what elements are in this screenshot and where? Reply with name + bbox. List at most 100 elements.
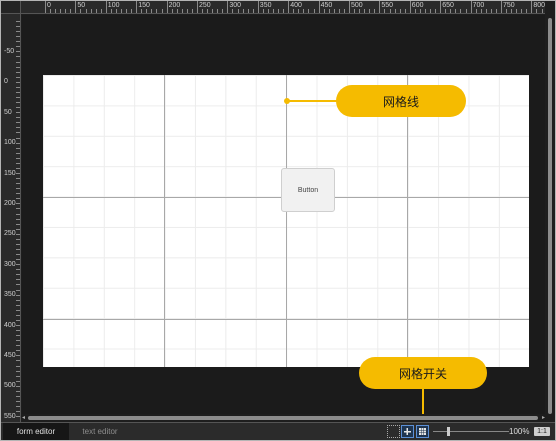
ruler-top-tick [333,9,335,13]
ruler-left-tick [16,395,20,397]
ruler-left-label: 0 [4,78,8,86]
ruler-left-label: 550 [4,412,16,420]
tab-form-editor[interactable]: form editor [3,423,69,440]
ruler-left-tick [16,269,20,271]
ruler-top-tick [100,9,102,13]
ruler-top-tick [105,1,107,13]
ruler-top-tick [399,9,401,13]
ruler-left-tick [16,157,20,159]
ruler-left-tick [16,137,20,139]
ruler-top-tick [85,9,87,13]
ruler-top-tick [288,1,290,13]
form-surface[interactable] [43,75,529,367]
ruler-top-tick [430,9,432,13]
ruler-top-tick [323,9,325,13]
left-ruler: -50 0 50 100 150 200 250 300 350 400 450 500 550 [1,14,21,422]
form-button-widget[interactable]: Button [281,168,335,212]
ruler-top-label: 550 [381,2,394,9]
ruler-top-tick [136,1,138,13]
ruler-top-tick [80,9,82,13]
grid-icon[interactable] [416,425,429,438]
ruler-top-label: 400 [290,2,302,9]
actual-size-button[interactable]: 1:1 [534,427,550,436]
ruler-top-tick [293,9,295,13]
ruler-left-tick [16,41,20,43]
ruler-left-tick [16,249,20,250]
ruler-top-tick [186,9,188,13]
ruler-left-tick [16,46,20,48]
ruler-top-tick [419,9,421,13]
zoom-slider-track[interactable] [433,431,509,432]
gridlines-callout: 网格线 [336,85,466,117]
bottom-toolbar: form editor text editor 100% 1:1 [1,422,555,440]
vertical-scroll-thumb[interactable] [548,18,552,414]
ruler-top-label: 0 [47,2,51,9]
ruler-corner [1,1,21,14]
ruler-left-tick [16,350,20,352]
ruler-left-tick [16,178,20,180]
ruler-top-tick [455,9,457,13]
ruler-top-tick [435,9,437,13]
grid-switch-callout: 网格开关 [359,357,487,389]
ruler-top-tick [379,1,381,13]
ruler-left-tick [16,370,20,372]
horizontal-scrollbar[interactable]: ◂ ▸ [22,414,545,422]
ruler-top-tick [191,9,193,13]
ruler-top-tick [485,9,487,13]
horizontal-scroll-thumb[interactable] [28,416,538,420]
ruler-left-tick [16,299,20,301]
ruler-left-tick [16,335,20,337]
ruler-left-label: 350 [4,291,16,299]
ruler-top-tick [181,9,183,13]
ruler-top-tick [45,1,46,13]
ruler-left-tick [16,375,20,377]
scroll-right-icon[interactable]: ▸ [542,414,545,422]
ruler-top-tick [414,9,416,13]
ruler-left-tick [16,51,20,53]
ruler-left-tick [16,238,20,240]
ruler-top-tick [115,9,117,13]
ruler-left-tick [16,254,20,256]
ruler-left-tick [16,91,20,93]
zoom-slider-thumb[interactable] [447,427,450,436]
ruler-top-tick [516,9,518,13]
ruler-left-tick [16,401,20,402]
ruler-top-tick [465,9,467,13]
ruler-top-tick [207,9,209,13]
ruler-top-tick [354,9,356,13]
ruler-left-tick [16,76,20,78]
ruler-top-tick [303,9,305,13]
ruler-top-label: 300 [229,2,242,9]
ruler-top-tick [389,9,391,13]
ruler-left-tick [16,132,20,134]
ruler-top-tick [202,9,204,13]
ruler-top-label: 450 [320,2,333,9]
ruler-top-tick [247,9,249,13]
ruler-left-tick [16,167,20,169]
ruler-left-tick [16,223,20,225]
ruler-left-tick [16,284,20,286]
snap-icon[interactable] [401,425,414,438]
ruler-left-tick [16,152,20,154]
vertical-scrollbar[interactable] [546,14,554,422]
ruler-top-tick [298,9,300,13]
ruler-top-tick [197,1,198,13]
ruler-top-label: 150 [138,2,150,9]
ruler-top-label: 750 [503,2,515,9]
ruler-top-tick [506,9,508,13]
ruler-top-label: 650 [442,2,454,9]
ruler-left-tick [16,21,20,22]
tab-text-editor[interactable]: text editor [69,423,131,440]
ruler-top-tick [470,1,472,13]
ruler-top-tick [490,9,492,13]
ruler-top-tick [95,9,97,13]
ruler-left-label: 50 [4,108,12,116]
ruler-top-tick [222,9,224,13]
ruler-top-label: 50 [77,2,86,9]
ruler-top-tick [227,1,229,13]
ruler-top-tick [141,9,143,13]
scroll-left-icon[interactable]: ◂ [22,414,25,422]
selection-icon[interactable] [387,425,400,438]
ruler-left-tick [16,198,20,200]
ruler-left-tick [16,406,20,408]
